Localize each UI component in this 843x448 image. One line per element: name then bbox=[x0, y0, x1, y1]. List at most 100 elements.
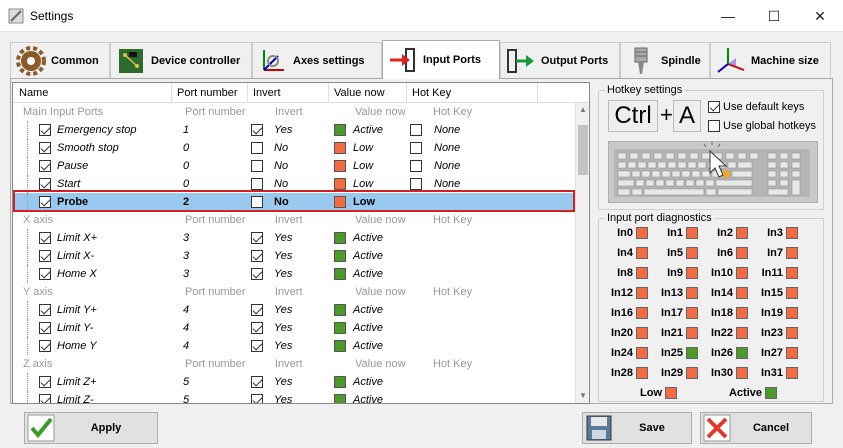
scroll-up-icon[interactable]: ▲ bbox=[578, 105, 588, 115]
port-number[interactable]: 4 bbox=[183, 322, 189, 334]
diagnostics-title: Input port diagnostics bbox=[605, 212, 714, 224]
invert-checkbox[interactable] bbox=[251, 250, 263, 262]
port-number[interactable]: 3 bbox=[183, 268, 189, 280]
diag-port-label: In11 bbox=[761, 267, 783, 279]
invert-checkbox[interactable] bbox=[251, 268, 263, 280]
cancel-button[interactable]: Cancel bbox=[700, 412, 812, 444]
hotkey-checkbox[interactable] bbox=[410, 178, 422, 190]
table-row[interactable]: Smooth stop 0 No Low None bbox=[13, 139, 575, 157]
enable-checkbox[interactable] bbox=[39, 178, 51, 190]
use-default-keys-checkbox[interactable] bbox=[708, 101, 720, 113]
table-row[interactable]: Emergency stop 1 Yes Active None bbox=[13, 121, 575, 139]
tab-output-ports[interactable]: Output Ports bbox=[500, 42, 620, 78]
invert-checkbox[interactable] bbox=[251, 124, 263, 136]
apply-button[interactable]: Apply bbox=[24, 412, 158, 444]
enable-checkbox[interactable] bbox=[39, 196, 51, 208]
enable-checkbox[interactable] bbox=[39, 268, 51, 280]
invert-checkbox[interactable] bbox=[251, 322, 263, 334]
enable-checkbox[interactable] bbox=[39, 322, 51, 334]
port-name: Limit Y+ bbox=[57, 304, 97, 316]
port-number[interactable]: 3 bbox=[183, 250, 189, 262]
tab-axes-settings[interactable]: Axes settings bbox=[252, 42, 382, 78]
invert-checkbox[interactable] bbox=[251, 160, 263, 172]
tab-common[interactable]: Common bbox=[10, 42, 110, 78]
tree-connector bbox=[27, 247, 28, 265]
group-row[interactable]: Y axis Port number Invert Value now Hot Key bbox=[13, 283, 575, 301]
use-global-hotkeys-checkbox[interactable] bbox=[708, 120, 720, 132]
invert-checkbox[interactable] bbox=[251, 394, 263, 403]
tab-label: Output Ports bbox=[541, 54, 609, 67]
port-number[interactable]: 5 bbox=[183, 394, 189, 403]
header-hot-key[interactable]: Hot Key bbox=[412, 87, 451, 99]
scroll-down-icon[interactable]: ▼ bbox=[578, 391, 588, 401]
port-number[interactable]: 1 bbox=[183, 124, 189, 136]
invert-checkbox[interactable] bbox=[251, 142, 263, 154]
port-number[interactable]: 4 bbox=[183, 304, 189, 316]
table-row[interactable]: Limit X+ 3 Yes Active bbox=[13, 229, 575, 247]
port-number[interactable]: 0 bbox=[183, 142, 189, 154]
enable-checkbox[interactable] bbox=[39, 232, 51, 244]
tab-label: Device controller bbox=[151, 54, 241, 67]
invert-checkbox[interactable] bbox=[251, 304, 263, 316]
port-number[interactable]: 0 bbox=[183, 160, 189, 172]
header-name[interactable]: Name bbox=[19, 87, 48, 99]
port-number[interactable]: 0 bbox=[183, 178, 189, 190]
close-button[interactable]: ✕ bbox=[797, 0, 843, 32]
diag-port-label: In29 bbox=[660, 367, 683, 379]
group-row[interactable]: Z axis Port number Invert Value now Hot Key bbox=[13, 355, 575, 373]
group-row[interactable]: Main Input Ports Port number Invert Value n… bbox=[13, 103, 575, 121]
invert-checkbox[interactable] bbox=[251, 196, 263, 208]
port-number[interactable]: 4 bbox=[183, 340, 189, 352]
invert-value: No bbox=[274, 142, 289, 154]
port-number[interactable]: 2 bbox=[183, 196, 189, 208]
table-row[interactable]: Limit X- 3 Yes Active bbox=[13, 247, 575, 265]
tab-device-controller[interactable]: Device controller bbox=[110, 42, 252, 78]
table-row[interactable]: Start 0 No Low None bbox=[13, 175, 575, 193]
save-button[interactable]: Save bbox=[582, 412, 692, 444]
table-row[interactable]: Limit Z- 5 Yes Active bbox=[13, 391, 575, 403]
invert-checkbox[interactable] bbox=[251, 178, 263, 190]
header-invert[interactable]: Invert bbox=[253, 87, 281, 99]
minimize-button[interactable]: — bbox=[705, 0, 751, 32]
table-row[interactable]: Home Y 4 Yes Active bbox=[13, 337, 575, 355]
header-value-now[interactable]: Value now bbox=[334, 87, 385, 99]
table-row[interactable]: Pause 0 No Low None bbox=[13, 157, 575, 175]
enable-checkbox[interactable] bbox=[39, 142, 51, 154]
maximize-button[interactable]: ☐ bbox=[751, 0, 797, 32]
invert-checkbox[interactable] bbox=[251, 340, 263, 352]
invert-checkbox[interactable] bbox=[251, 376, 263, 388]
enable-checkbox[interactable] bbox=[39, 124, 51, 136]
invert-checkbox[interactable] bbox=[251, 232, 263, 244]
grid-vertical-scrollbar[interactable]: ▲ ▼ bbox=[575, 103, 589, 403]
enable-checkbox[interactable] bbox=[39, 250, 51, 262]
input-ports-grid[interactable]: Name Port number Invert Value now Hot Ke… bbox=[12, 82, 590, 404]
enable-checkbox[interactable] bbox=[39, 304, 51, 316]
table-row[interactable]: Limit Y- 4 Yes Active bbox=[13, 319, 575, 337]
enable-checkbox[interactable] bbox=[39, 160, 51, 172]
tab-machine-size[interactable]: Machine size bbox=[710, 42, 831, 78]
hotkey-checkbox[interactable] bbox=[410, 124, 422, 136]
group-row[interactable]: X axis Port number Invert Value now Hot Key bbox=[13, 211, 575, 229]
hotkey-checkbox[interactable] bbox=[410, 160, 422, 172]
enable-checkbox[interactable] bbox=[39, 340, 51, 352]
table-row[interactable]: Probe 2 No Low bbox=[13, 193, 575, 211]
enable-checkbox[interactable] bbox=[39, 376, 51, 388]
table-row[interactable]: Limit Z+ 5 Yes Active bbox=[13, 373, 575, 391]
diag-port-indicator bbox=[786, 227, 798, 239]
port-number[interactable]: 3 bbox=[183, 232, 189, 244]
hotkey-key-a: A bbox=[673, 100, 701, 132]
scroll-thumb[interactable] bbox=[578, 125, 588, 175]
hotkey-checkbox[interactable] bbox=[410, 142, 422, 154]
table-row[interactable]: Home X 3 Yes Active bbox=[13, 265, 575, 283]
checkmark-icon bbox=[27, 414, 55, 442]
tab-spindle[interactable]: Spindle bbox=[620, 42, 710, 78]
diag-port-label: In24 bbox=[610, 347, 633, 359]
tree-connector bbox=[27, 319, 28, 337]
port-number[interactable]: 5 bbox=[183, 376, 189, 388]
port-name: Pause bbox=[57, 160, 89, 172]
tab-input-ports[interactable]: Input Ports bbox=[382, 40, 500, 79]
value-now: Low bbox=[353, 160, 374, 172]
header-port-number[interactable]: Port number bbox=[177, 87, 238, 99]
table-row[interactable]: Limit Y+ 4 Yes Active bbox=[13, 301, 575, 319]
enable-checkbox[interactable] bbox=[39, 394, 51, 403]
